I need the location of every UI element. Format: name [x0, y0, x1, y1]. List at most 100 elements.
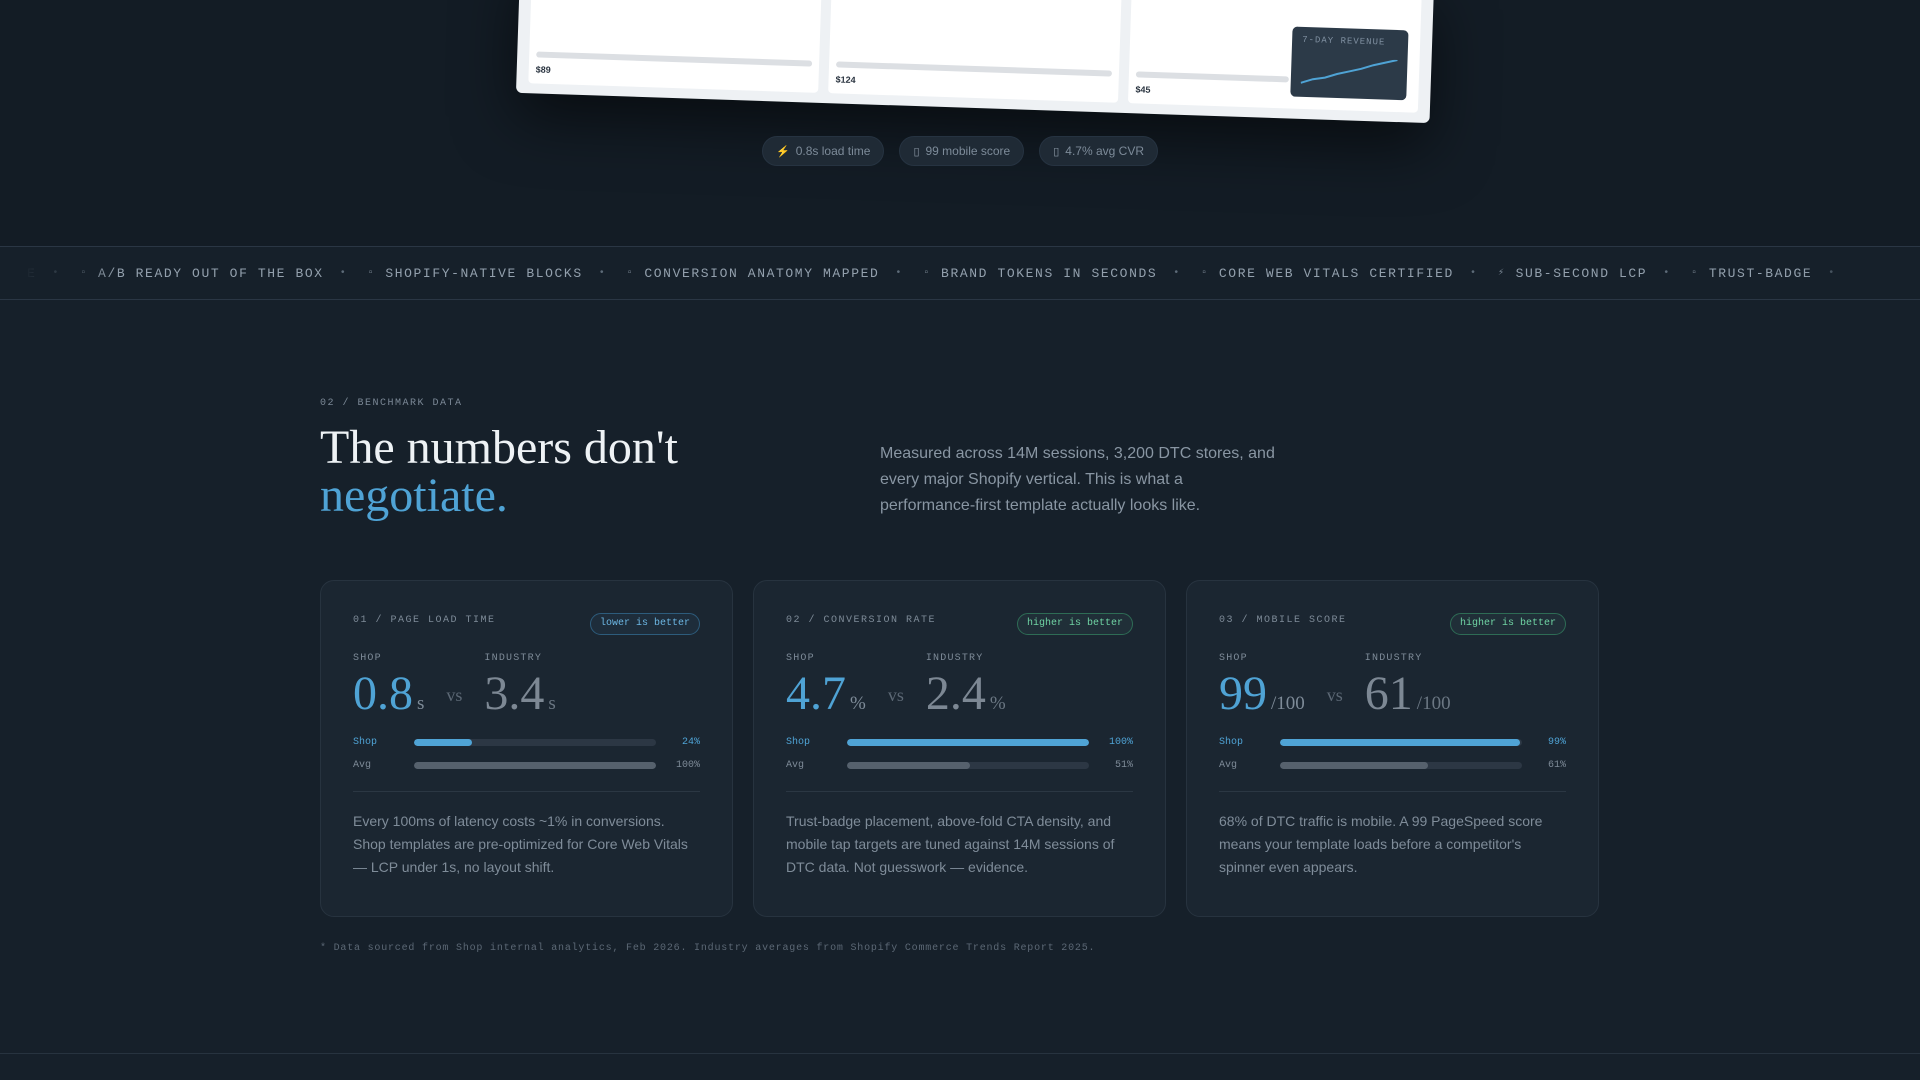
comparison-bars: Shop 99% Avg 61% [1219, 731, 1566, 777]
product-title-placeholder [1135, 71, 1289, 83]
separator-dot-icon: • [1469, 267, 1476, 279]
shop-metric: SHOP 4.7 % [786, 653, 866, 719]
square-icon: ▫ [923, 267, 932, 279]
stat-pills: ⚡ 0.8s load time ▯ 99 mobile score ▯ 4.7… [0, 136, 1920, 166]
marquee-item-label: BRAND TOKENS IN SECONDS [941, 265, 1158, 281]
revenue-widget-label: 7-DAY REVENUE [1301, 34, 1386, 48]
template-mockup: $89 $124 $45 7-DAY REVENUE [515, 0, 1435, 124]
separator-dot-icon: • [52, 267, 59, 279]
marquee-item: ▫ CONVERSION ANATOMY MAPPED [627, 266, 880, 281]
product-card[interactable]: $124 [828, 0, 1122, 103]
marquee-item: ▫ TRUST-BADGE [1691, 266, 1812, 281]
shop-bar-row: Shop 24% [353, 731, 700, 754]
avg-bar-fill [847, 762, 971, 769]
card-header: 02 / CONVERSION RATE higher is better [786, 613, 1133, 635]
direction-badge: higher is better [1016, 613, 1133, 635]
card-label: 01 / PAGE LOAD TIME [353, 615, 496, 626]
product-price: $45 [1135, 84, 1151, 95]
avg-bar-row: Avg 100% [353, 754, 700, 777]
phone-icon: ▯ [1053, 145, 1060, 158]
shop-metric-unit: % [850, 693, 866, 714]
stat-pill-text: 4.7% avg CVR [1065, 144, 1144, 158]
hero-preview: $89 $124 $45 7-DAY REVENUE ⚡ 0.8s load t… [0, 0, 1920, 246]
revenue-widget: 7-DAY REVENUE [1290, 26, 1409, 101]
industry-metric: INDUSTRY 3.4 s [484, 653, 555, 719]
benchmark-cards: 01 / PAGE LOAD TIME lower is better SHOP… [320, 580, 1600, 917]
section-headline: The numbers don't negotiate. [320, 424, 880, 520]
benchmark-card: 01 / PAGE LOAD TIME lower is better SHOP… [320, 580, 733, 917]
avg-bar-fill [1280, 762, 1428, 769]
separator-dot-icon: • [1828, 267, 1835, 279]
card-description: Trust-badge placement, above-fold CTA de… [786, 813, 1115, 875]
card-description: Every 100ms of latency costs ~1% in conv… [353, 813, 688, 875]
shop-metric-value: 0.8 [353, 667, 413, 720]
separator-dot-icon: • [598, 267, 605, 279]
marquee-item: ▫ CORE WEB VITALS CERTIFIED [1201, 266, 1454, 281]
shop-metric-unit: /100 [1271, 693, 1305, 714]
product-price: $124 [835, 74, 856, 86]
shop-bar-label: Shop [786, 737, 811, 748]
benchmark-card: 03 / MOBILE SCORE higher is better SHOP … [1186, 580, 1599, 917]
avg-bar-label: Avg [786, 760, 805, 771]
industry-metric-unit: s [548, 693, 556, 714]
shop-metric-label: SHOP [353, 653, 382, 664]
industry-metric-value: 3.4 [484, 667, 545, 720]
stat-pill-text: 99 mobile score [925, 144, 1011, 158]
direction-badge: lower is better [589, 613, 700, 635]
industry-metric: INDUSTRY 2.4 % [926, 653, 1006, 719]
shop-metric-value: 4.7 [786, 667, 846, 720]
avg-bar-row: Avg 51% [786, 754, 1133, 777]
shop-metric-label: SHOP [1219, 653, 1248, 664]
section-divider [0, 1053, 1920, 1054]
industry-metric-unit: % [989, 693, 1006, 714]
marquee-item-label: CONVERSION ANATOMY MAPPED [644, 265, 880, 281]
marquee-item: MOBILE [0, 266, 36, 281]
card-divider [786, 791, 1133, 792]
marquee-item: ▫ A/B READY OUT OF THE BOX [80, 266, 323, 281]
square-icon: ▫ [626, 267, 635, 279]
shop-bar-percent: 99% [1547, 737, 1566, 748]
avg-bar-row: Avg 61% [1219, 754, 1566, 777]
value-comparison: SHOP 99 /100 vs INDUSTRY 61 /100 [1219, 649, 1566, 719]
line-chart-icon [1300, 59, 1398, 84]
shop-bar-fill [414, 739, 473, 746]
separator-dot-icon: • [339, 267, 346, 279]
marquee-item-label: SHOPIFY-NATIVE BLOCKS [385, 265, 583, 281]
avg-bar-track [1280, 762, 1522, 769]
card-label: 03 / MOBILE SCORE [1219, 615, 1347, 626]
bolt-icon: ⚡ [776, 145, 790, 158]
industry-metric-label: INDUSTRY [484, 653, 543, 664]
marquee-item: ▫ SHOPIFY-NATIVE BLOCKS [368, 266, 583, 281]
shop-bar-row: Shop 99% [1219, 731, 1566, 754]
card-header: 01 / PAGE LOAD TIME lower is better [353, 613, 700, 635]
square-icon: ▫ [80, 267, 89, 279]
separator-dot-icon: • [895, 267, 902, 279]
versus-label: vs [887, 685, 904, 705]
marquee-item: ⚡ SUB-SECOND LCP [1498, 266, 1647, 281]
card-header: 03 / MOBILE SCORE higher is better [1219, 613, 1566, 635]
separator-dot-icon: • [1663, 267, 1670, 279]
versus-label: vs [446, 685, 463, 705]
square-icon: ▫ [1201, 267, 1209, 279]
phone-icon: ▯ [913, 145, 920, 158]
product-card[interactable]: $89 [528, 0, 823, 93]
product-title-placeholder [835, 61, 1113, 77]
stat-pill-mobile-score: ▯ 99 mobile score [899, 136, 1025, 166]
industry-metric-unit: /100 [1416, 693, 1451, 714]
marquee-track: MOBILE • ▫ A/B READY OUT OF THE BOX • ▫ SHOPIF… [0, 247, 1856, 299]
square-icon: ▫ [367, 267, 376, 279]
marquee-item: ▫ BRAND TOKENS IN SECONDS [923, 266, 1157, 281]
product-card[interactable]: $45 7-DAY REVENUE [1127, 0, 1422, 113]
value-comparison: SHOP 0.8 s vs INDUSTRY 3.4 s [353, 649, 700, 719]
shop-metric: SHOP 99 /100 [1219, 653, 1305, 719]
industry-metric-value: 61 [1364, 667, 1413, 720]
feature-marquee: MOBILE • ▫ A/B READY OUT OF THE BOX • ▫ SHOPIF… [0, 246, 1920, 300]
marquee-item-label: A/B READY OUT OF THE BOX [98, 265, 324, 281]
square-icon: ▫ [1691, 267, 1699, 279]
card-label: 02 / CONVERSION RATE [786, 615, 937, 626]
avg-bar-fill [414, 762, 656, 769]
separator-dot-icon: • [1173, 267, 1180, 279]
section-lede: Measured across 14M sessions, 3,200 DTC … [880, 445, 1275, 514]
shop-bar-fill [847, 739, 1089, 746]
avg-bar-track [847, 762, 1089, 769]
